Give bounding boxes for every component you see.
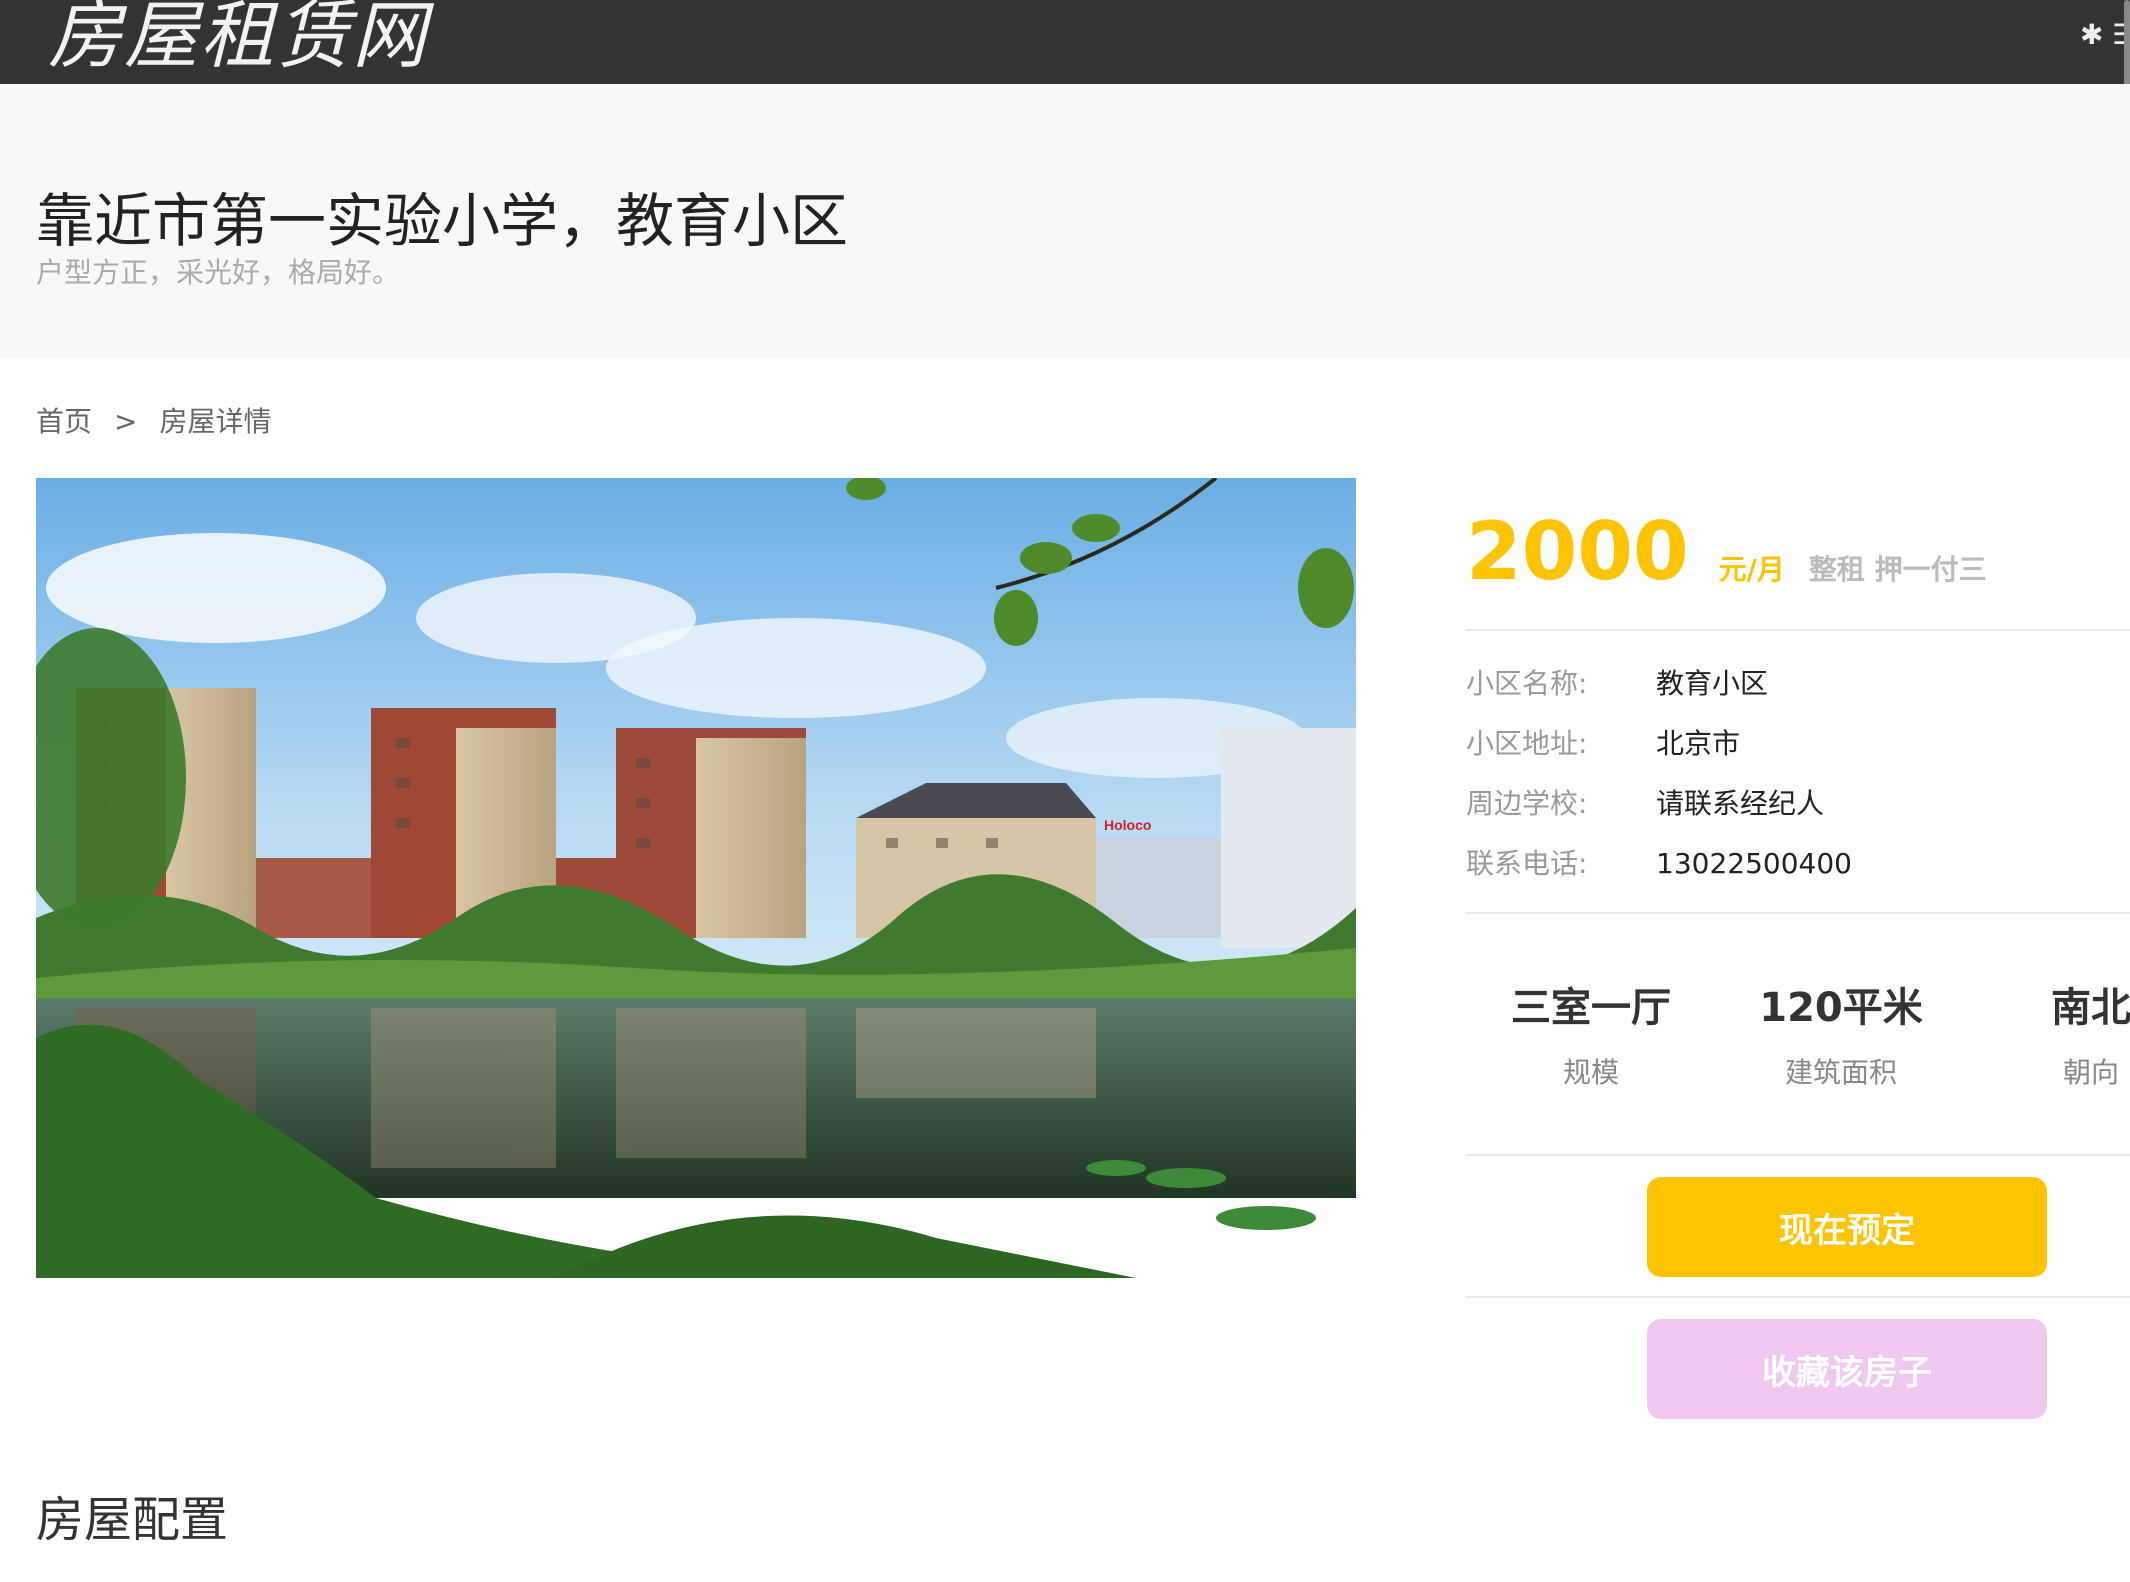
info-value: 请联系经纪人 <box>1656 787 1825 820</box>
property-info-list: 小区名称: 教育小区 小区地址: 北京市 周边学校: 请联系经纪人 联系电话: 1302… <box>1466 660 1852 900</box>
info-value: 教育小区 <box>1656 667 1769 700</box>
section-title-house-config: 房屋配置 <box>36 1492 229 1548</box>
price-unit: 元/月 <box>1718 553 1785 586</box>
breadcrumb-home-link[interactable]: 首页 <box>36 405 92 438</box>
info-row-phone: 联系电话: 13022500400 <box>1466 840 1852 900</box>
info-row-address: 小区地址: 北京市 <box>1466 720 1852 780</box>
stat-label: 规模 <box>1562 1056 1619 1089</box>
breadcrumb: 首页 > 房屋详情 <box>36 400 272 440</box>
stat-value: 南北 <box>2051 985 2130 1031</box>
divider <box>1466 629 2130 631</box>
divider <box>1466 1296 2130 1298</box>
stat-value: 120平米 <box>1759 985 1923 1031</box>
stat-label: 建筑面积 <box>1784 1056 1897 1089</box>
info-label: 周边学校: <box>1466 787 1588 820</box>
page-subtitle: 户型方正，采光好，格局好。 <box>36 256 401 289</box>
stat-label: 朝向 <box>2062 1056 2119 1089</box>
building-sign-text: Holoco <box>1104 817 1151 833</box>
info-label: 小区地址: <box>1466 727 1588 760</box>
info-row-school: 周边学校: 请联系经纪人 <box>1466 780 1852 840</box>
top-nav-bar: 房屋租赁网 ✱ ☰ <box>0 0 2130 130</box>
site-logo[interactable]: 房屋租赁网 <box>48 0 428 78</box>
stat-layout: 三室一厅 规模 <box>1466 975 1716 1091</box>
info-label: 小区名称: <box>1466 667 1588 700</box>
divider <box>1466 1154 2130 1156</box>
stat-orientation: 南北 朝向 <box>1966 975 2130 1091</box>
favorite-house-button[interactable]: 收藏该房子 <box>1647 1319 2047 1419</box>
property-photo[interactable]: Holoco <box>36 478 1356 1278</box>
price-amount: 2000 <box>1466 505 1689 598</box>
info-value: 13022500400 <box>1656 847 1852 880</box>
rental-terms: 整租 押一付三 <box>1808 553 1987 586</box>
stat-area: 120平米 建筑面积 <box>1716 975 1966 1091</box>
property-stats: 三室一厅 规模 120平米 建筑面积 南北 朝向 <box>1466 975 2130 1095</box>
price-row: 2000 元/月 整租 押一付三 <box>1466 505 1987 598</box>
page-header: 靠近市第一实验小学，教育小区 户型方正，采光好，格局好。 <box>0 84 2130 358</box>
page-title: 靠近市第一实验小学，教育小区 <box>36 187 849 255</box>
breadcrumb-separator: > <box>114 405 138 438</box>
divider <box>1466 912 2130 914</box>
breadcrumb-current: 房屋详情 <box>159 405 272 438</box>
info-label: 联系电话: <box>1466 847 1588 880</box>
book-now-button[interactable]: 现在预定 <box>1647 1177 2047 1277</box>
info-value: 北京市 <box>1656 727 1741 760</box>
palm-tree-icon[interactable]: ✱ <box>2080 18 2103 51</box>
info-row-community: 小区名称: 教育小区 <box>1466 660 1852 720</box>
stat-value: 三室一厅 <box>1511 985 1671 1031</box>
